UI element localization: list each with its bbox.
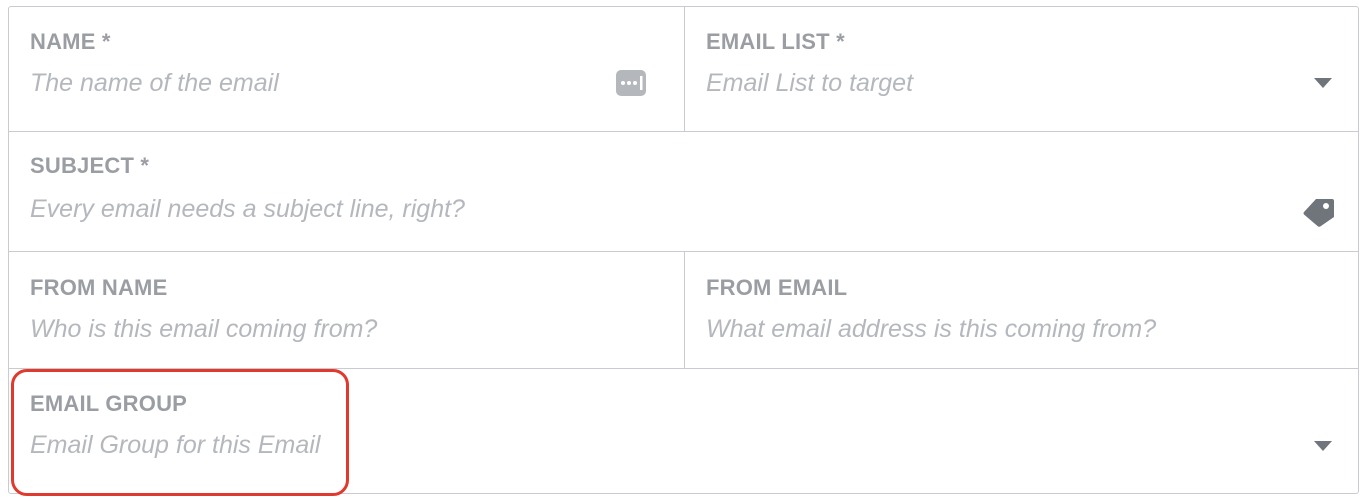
- email-group-field[interactable]: EMAIL GROUP: [9, 369, 1358, 495]
- chevron-down-icon[interactable]: [1314, 75, 1332, 93]
- tag-icon[interactable]: [1302, 196, 1336, 233]
- chevron-down-icon[interactable]: [1314, 438, 1332, 456]
- name-field[interactable]: NAME *: [9, 7, 685, 131]
- from-name-field[interactable]: FROM NAME: [9, 252, 685, 368]
- subject-field[interactable]: SUBJECT *: [9, 132, 1358, 251]
- name-input[interactable]: [30, 67, 625, 99]
- form-row-name-list: NAME * EMAIL LIST *: [9, 7, 1358, 132]
- from-email-input[interactable]: [706, 313, 1298, 345]
- from-name-input[interactable]: [30, 313, 625, 345]
- from-name-label: FROM NAME: [30, 275, 168, 300]
- email-list-select[interactable]: [706, 67, 1298, 99]
- email-list-label: EMAIL LIST *: [706, 29, 845, 54]
- form-row-from: FROM NAME FROM EMAIL: [9, 252, 1358, 369]
- from-email-label: FROM EMAIL: [706, 275, 848, 300]
- name-label: NAME *: [30, 29, 111, 54]
- from-email-field[interactable]: FROM EMAIL: [684, 252, 1358, 368]
- email-group-select[interactable]: [30, 429, 1298, 461]
- form-row-subject: SUBJECT *: [9, 132, 1358, 252]
- email-settings-form: NAME * EMAIL LIST * SUBJECT *: [8, 6, 1359, 494]
- form-row-email-group: EMAIL GROUP: [9, 369, 1358, 495]
- subject-input[interactable]: [30, 193, 1298, 225]
- email-list-field[interactable]: EMAIL LIST *: [684, 7, 1358, 131]
- text-field-icon[interactable]: [615, 69, 647, 102]
- email-group-label: EMAIL GROUP: [30, 391, 188, 416]
- subject-label: SUBJECT *: [30, 153, 150, 178]
